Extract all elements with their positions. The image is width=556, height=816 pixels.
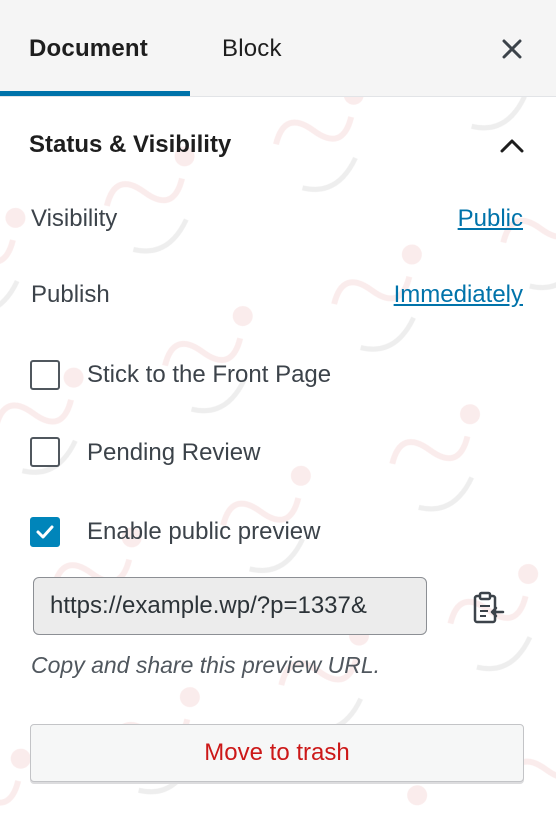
preview-url-input[interactable]	[33, 577, 427, 635]
stick-front-page-checkbox[interactable]	[30, 360, 60, 390]
tab-document[interactable]: Document	[29, 33, 148, 65]
close-button[interactable]	[496, 33, 528, 65]
publish-label: Publish	[31, 281, 110, 308]
publish-date-link[interactable]: Immediately	[394, 279, 523, 311]
active-tab-indicator	[0, 91, 190, 96]
copy-url-button[interactable]	[468, 588, 508, 628]
close-icon	[502, 39, 522, 59]
enable-public-preview-label[interactable]: Enable public preview	[87, 516, 320, 548]
panel-title[interactable]: Status & Visibility	[29, 129, 231, 161]
visibility-toggle-link[interactable]: Public	[458, 203, 523, 235]
pending-review-checkbox[interactable]	[30, 437, 60, 467]
chevron-up-icon	[500, 139, 524, 153]
move-to-trash-button[interactable]: Move to trash	[30, 724, 524, 782]
sidebar-header: Document Block	[0, 0, 556, 97]
tab-block[interactable]: Block	[222, 33, 282, 65]
preview-url-hint: Copy and share this preview URL.	[31, 652, 380, 678]
checkmark-icon	[36, 525, 54, 539]
clipboard-copy-icon	[473, 591, 505, 624]
pending-review-label[interactable]: Pending Review	[87, 437, 260, 469]
stick-front-page-label[interactable]: Stick to the Front Page	[87, 359, 331, 391]
status-visibility-panel: Status & Visibility Visibility Public Pu…	[0, 97, 556, 816]
visibility-label: Visibility	[31, 205, 118, 232]
enable-public-preview-checkbox[interactable]	[30, 517, 60, 547]
panel-toggle-button[interactable]	[496, 129, 528, 161]
